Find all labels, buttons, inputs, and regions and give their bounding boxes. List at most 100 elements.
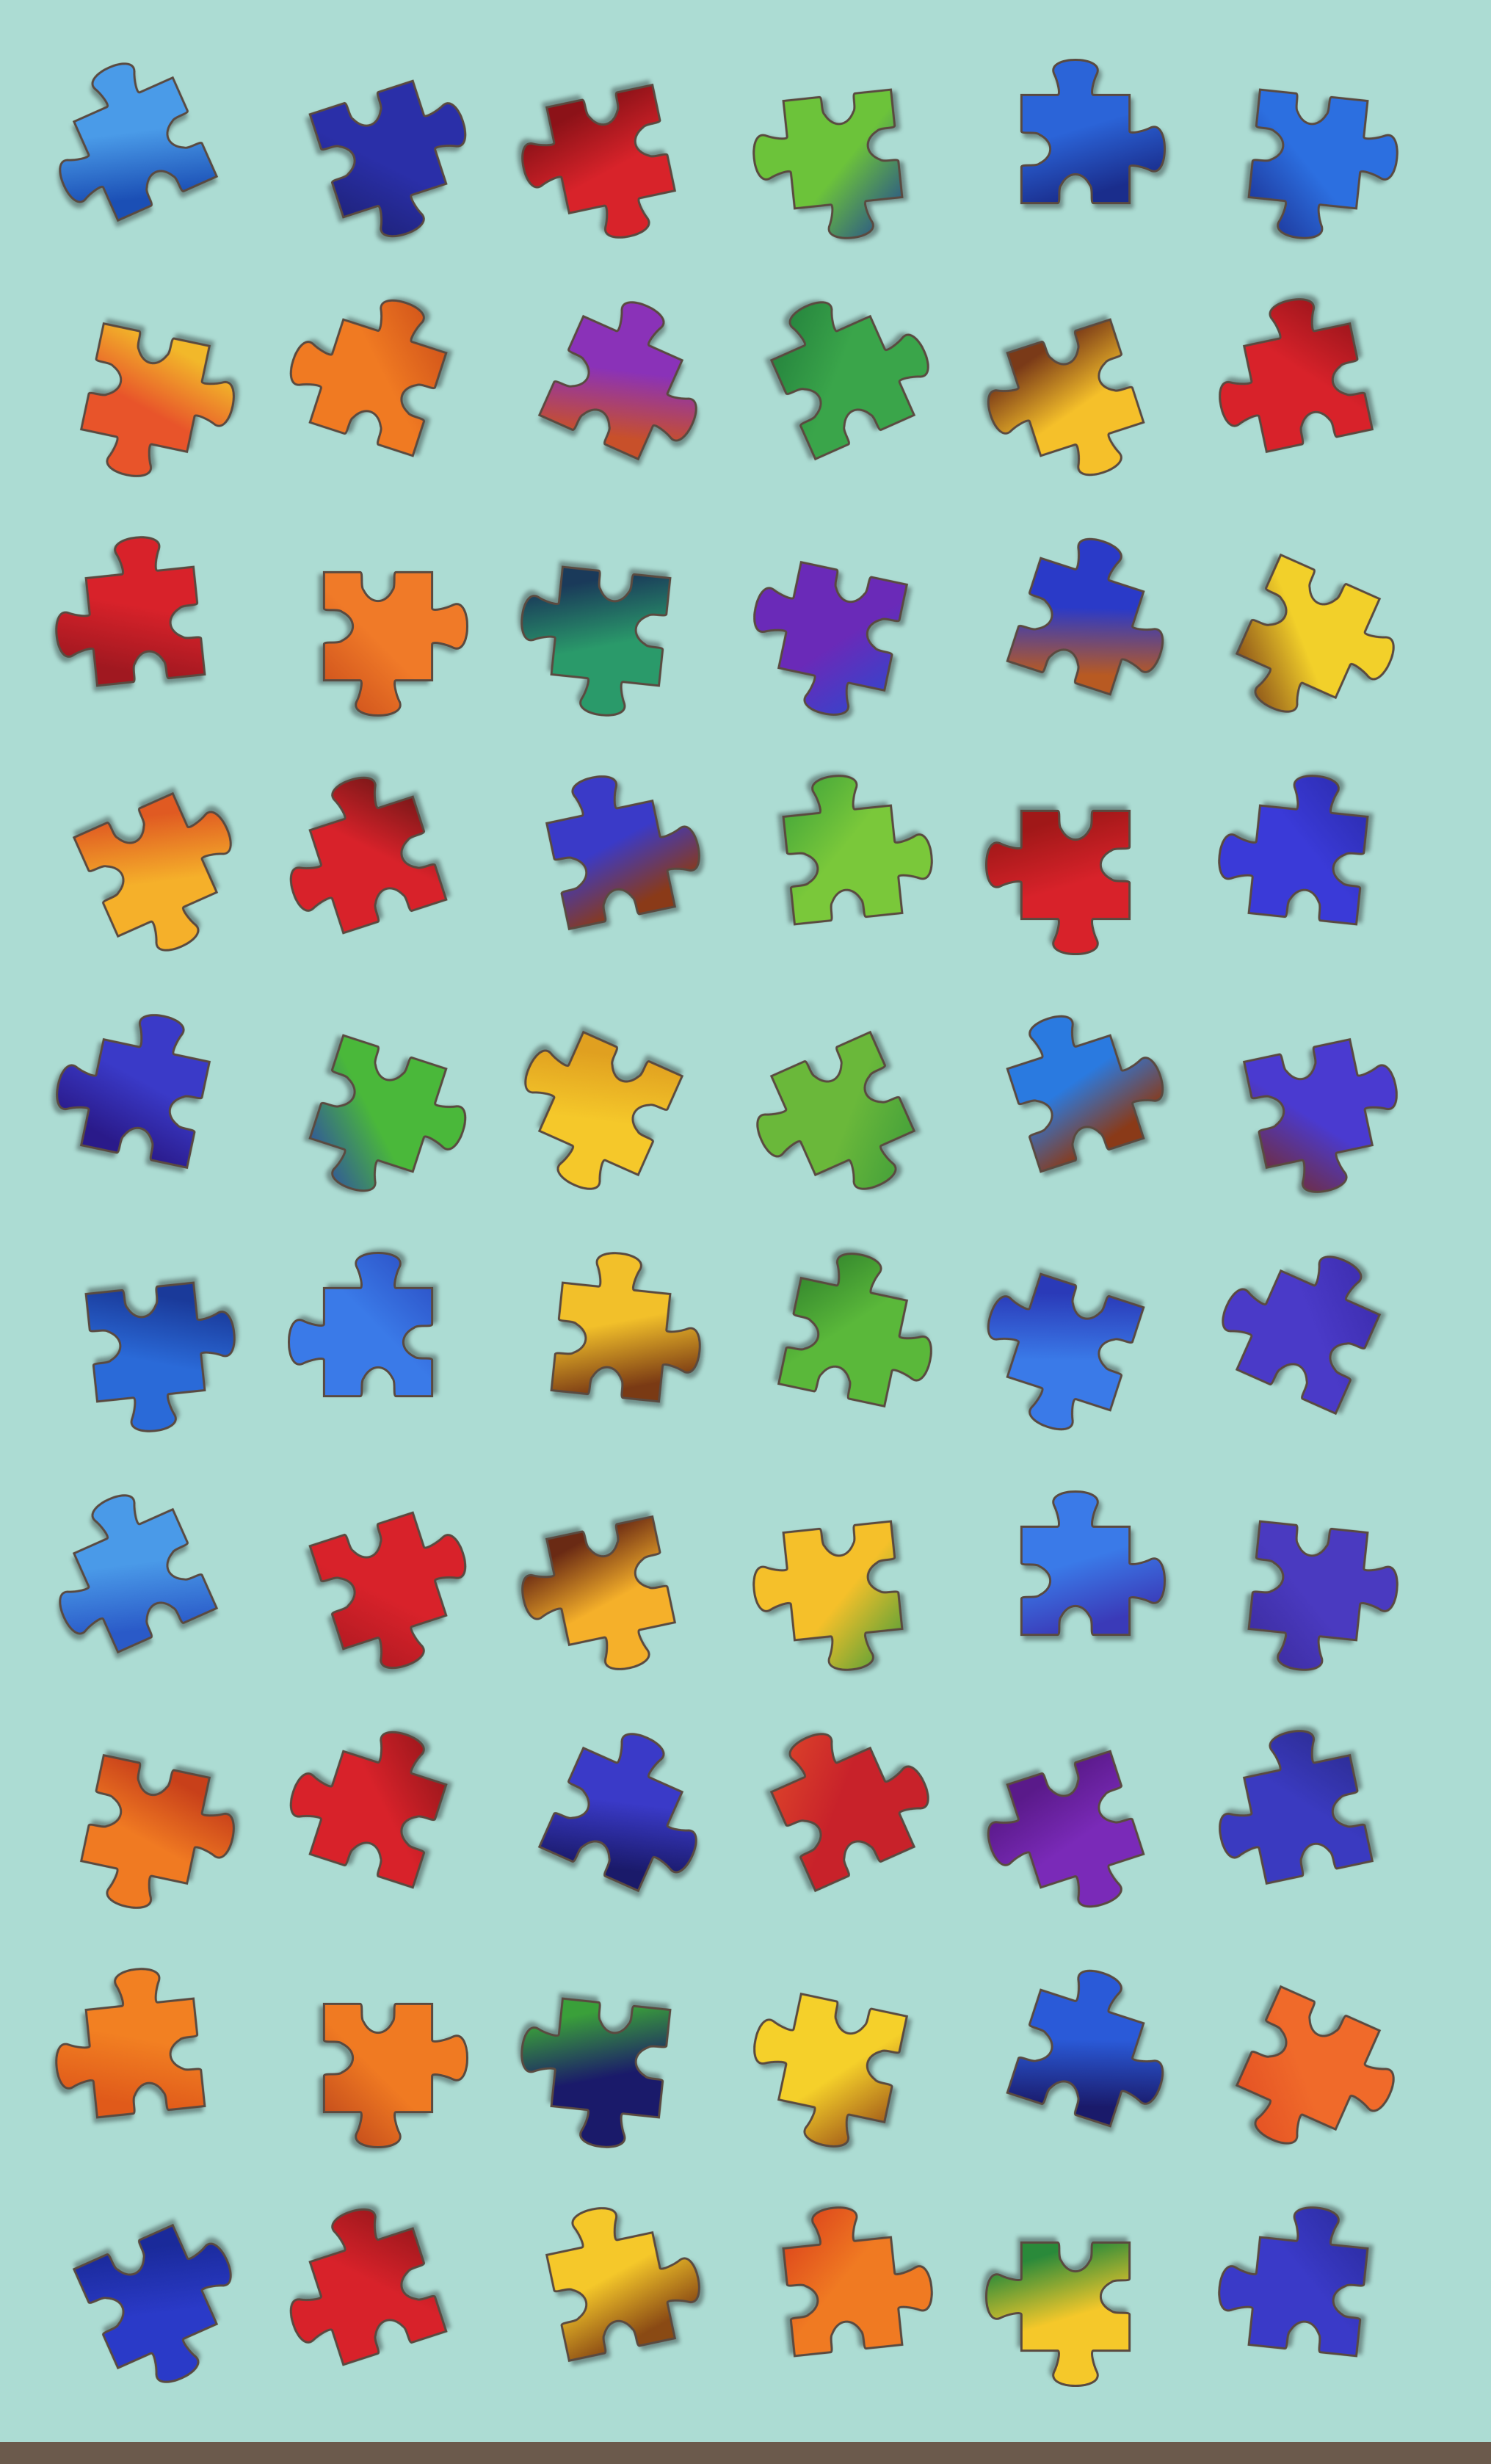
puzzle-piece[interactable]: [1177, 1927, 1438, 2188]
puzzle-piece-cell: [262, 29, 495, 268]
puzzle-piece[interactable]: [1191, 1701, 1426, 1936]
puzzle-piece[interactable]: [951, 978, 1200, 1228]
puzzle-piece[interactable]: [15, 733, 276, 995]
puzzle-piece-cell: [959, 1700, 1192, 1938]
puzzle-piece[interactable]: [1199, 755, 1417, 974]
puzzle-piece[interactable]: [1199, 1471, 1417, 1689]
puzzle-piece[interactable]: [493, 31, 728, 266]
puzzle-piece-cell: [959, 1222, 1192, 1461]
puzzle-piece[interactable]: [712, 1688, 973, 1949]
puzzle-piece[interactable]: [734, 40, 952, 258]
puzzle-piece-cell: [727, 1938, 959, 2177]
puzzle-piece[interactable]: [253, 739, 503, 989]
puzzle-piece[interactable]: [734, 2187, 952, 2405]
puzzle-piece[interactable]: [279, 527, 477, 725]
puzzle-piece[interactable]: [479, 972, 741, 1233]
puzzle-piece[interactable]: [253, 978, 503, 1228]
puzzle-piece-shape: [756, 1030, 916, 1190]
puzzle-piece[interactable]: [1191, 985, 1426, 1220]
puzzle-piece-cell: [262, 984, 495, 1222]
puzzle-piece-shape: [520, 565, 672, 717]
puzzle-piece[interactable]: [279, 1243, 477, 1441]
puzzle-piece-cell: [727, 268, 959, 507]
puzzle-piece-cell: [494, 268, 727, 507]
puzzle-piece[interactable]: [1177, 1211, 1438, 1472]
puzzle-piece[interactable]: [479, 256, 741, 518]
puzzle-piece-cell: [494, 2177, 727, 2416]
puzzle-piece[interactable]: [951, 1932, 1200, 2182]
puzzle-piece[interactable]: [734, 1471, 952, 1689]
puzzle-piece[interactable]: [725, 508, 960, 743]
puzzle-piece-shape: [1020, 58, 1166, 204]
puzzle-piece-shape: [55, 535, 206, 687]
puzzle-piece-cell: [494, 29, 727, 268]
puzzle-piece-shape: [1235, 1985, 1395, 2145]
puzzle-piece[interactable]: [253, 1694, 503, 1943]
puzzle-piece[interactable]: [951, 1694, 1200, 1943]
puzzle-board: [0, 0, 1491, 2464]
puzzle-piece-shape: [753, 1992, 909, 2148]
board-edge: [0, 2442, 1491, 2464]
puzzle-piece-cell: [1191, 268, 1424, 507]
puzzle-piece[interactable]: [493, 747, 728, 982]
puzzle-piece-cell: [727, 2177, 959, 2416]
puzzle-piece[interactable]: [725, 1940, 960, 2175]
puzzle-piece[interactable]: [493, 1463, 728, 1697]
puzzle-piece-shape: [1247, 87, 1399, 239]
puzzle-piece[interactable]: [712, 256, 973, 518]
puzzle-piece[interactable]: [501, 1949, 719, 2167]
puzzle-piece-shape: [777, 1252, 933, 1407]
puzzle-piece-cell: [1191, 745, 1424, 984]
puzzle-piece[interactable]: [28, 1701, 263, 1936]
puzzle-piece-shape: [1218, 297, 1374, 453]
puzzle-piece[interactable]: [1199, 40, 1417, 258]
puzzle-piece[interactable]: [37, 1233, 255, 1451]
puzzle-piece[interactable]: [976, 2197, 1175, 2396]
puzzle-piece-shape: [1020, 1490, 1166, 1636]
puzzle-piece-shape: [322, 570, 468, 717]
puzzle-piece-cell: [494, 1222, 727, 1461]
puzzle-piece[interactable]: [734, 755, 952, 974]
puzzle-piece-shape: [753, 560, 909, 716]
puzzle-piece[interactable]: [725, 1224, 960, 1459]
puzzle-piece-cell: [29, 268, 262, 507]
puzzle-piece[interactable]: [501, 1233, 719, 1451]
puzzle-piece[interactable]: [1191, 269, 1426, 504]
puzzle-piece[interactable]: [951, 1217, 1200, 1466]
puzzle-piece-shape: [545, 775, 700, 930]
puzzle-piece-cell: [959, 745, 1192, 984]
puzzle-piece[interactable]: [279, 1959, 477, 2157]
puzzle-piece-cell: [29, 745, 262, 984]
puzzle-piece[interactable]: [15, 2165, 276, 2427]
puzzle-piece[interactable]: [493, 2178, 728, 2413]
puzzle-piece[interactable]: [951, 501, 1200, 750]
puzzle-piece[interactable]: [253, 23, 503, 273]
puzzle-piece-cell: [494, 1461, 727, 1700]
puzzle-piece[interactable]: [712, 972, 973, 1233]
puzzle-piece[interactable]: [253, 262, 503, 512]
puzzle-piece[interactable]: [37, 1949, 255, 2167]
puzzle-piece[interactable]: [28, 985, 263, 1220]
puzzle-piece[interactable]: [15, 18, 276, 279]
puzzle-piece-cell: [29, 507, 262, 745]
puzzle-piece-cell: [29, 984, 262, 1222]
puzzle-piece-shape: [288, 1251, 434, 1397]
puzzle-piece[interactable]: [1199, 2187, 1417, 2405]
puzzle-piece[interactable]: [15, 1449, 276, 1711]
puzzle-piece[interactable]: [37, 517, 255, 735]
puzzle-piece[interactable]: [976, 766, 1175, 964]
puzzle-piece-shape: [545, 2206, 700, 2362]
puzzle-piece[interactable]: [976, 50, 1175, 248]
puzzle-piece-shape: [550, 1251, 701, 1403]
puzzle-piece-cell: [29, 1461, 262, 1700]
puzzle-piece[interactable]: [1177, 495, 1438, 756]
puzzle-piece[interactable]: [976, 1482, 1175, 1680]
puzzle-piece-cell: [262, 1222, 495, 1461]
puzzle-piece[interactable]: [253, 1455, 503, 1705]
puzzle-piece[interactable]: [951, 262, 1200, 512]
puzzle-piece[interactable]: [501, 517, 719, 735]
puzzle-piece[interactable]: [253, 2171, 503, 2421]
puzzle-piece[interactable]: [28, 269, 263, 504]
puzzle-piece[interactable]: [479, 1688, 741, 1949]
puzzle-piece-cell: [727, 984, 959, 1222]
